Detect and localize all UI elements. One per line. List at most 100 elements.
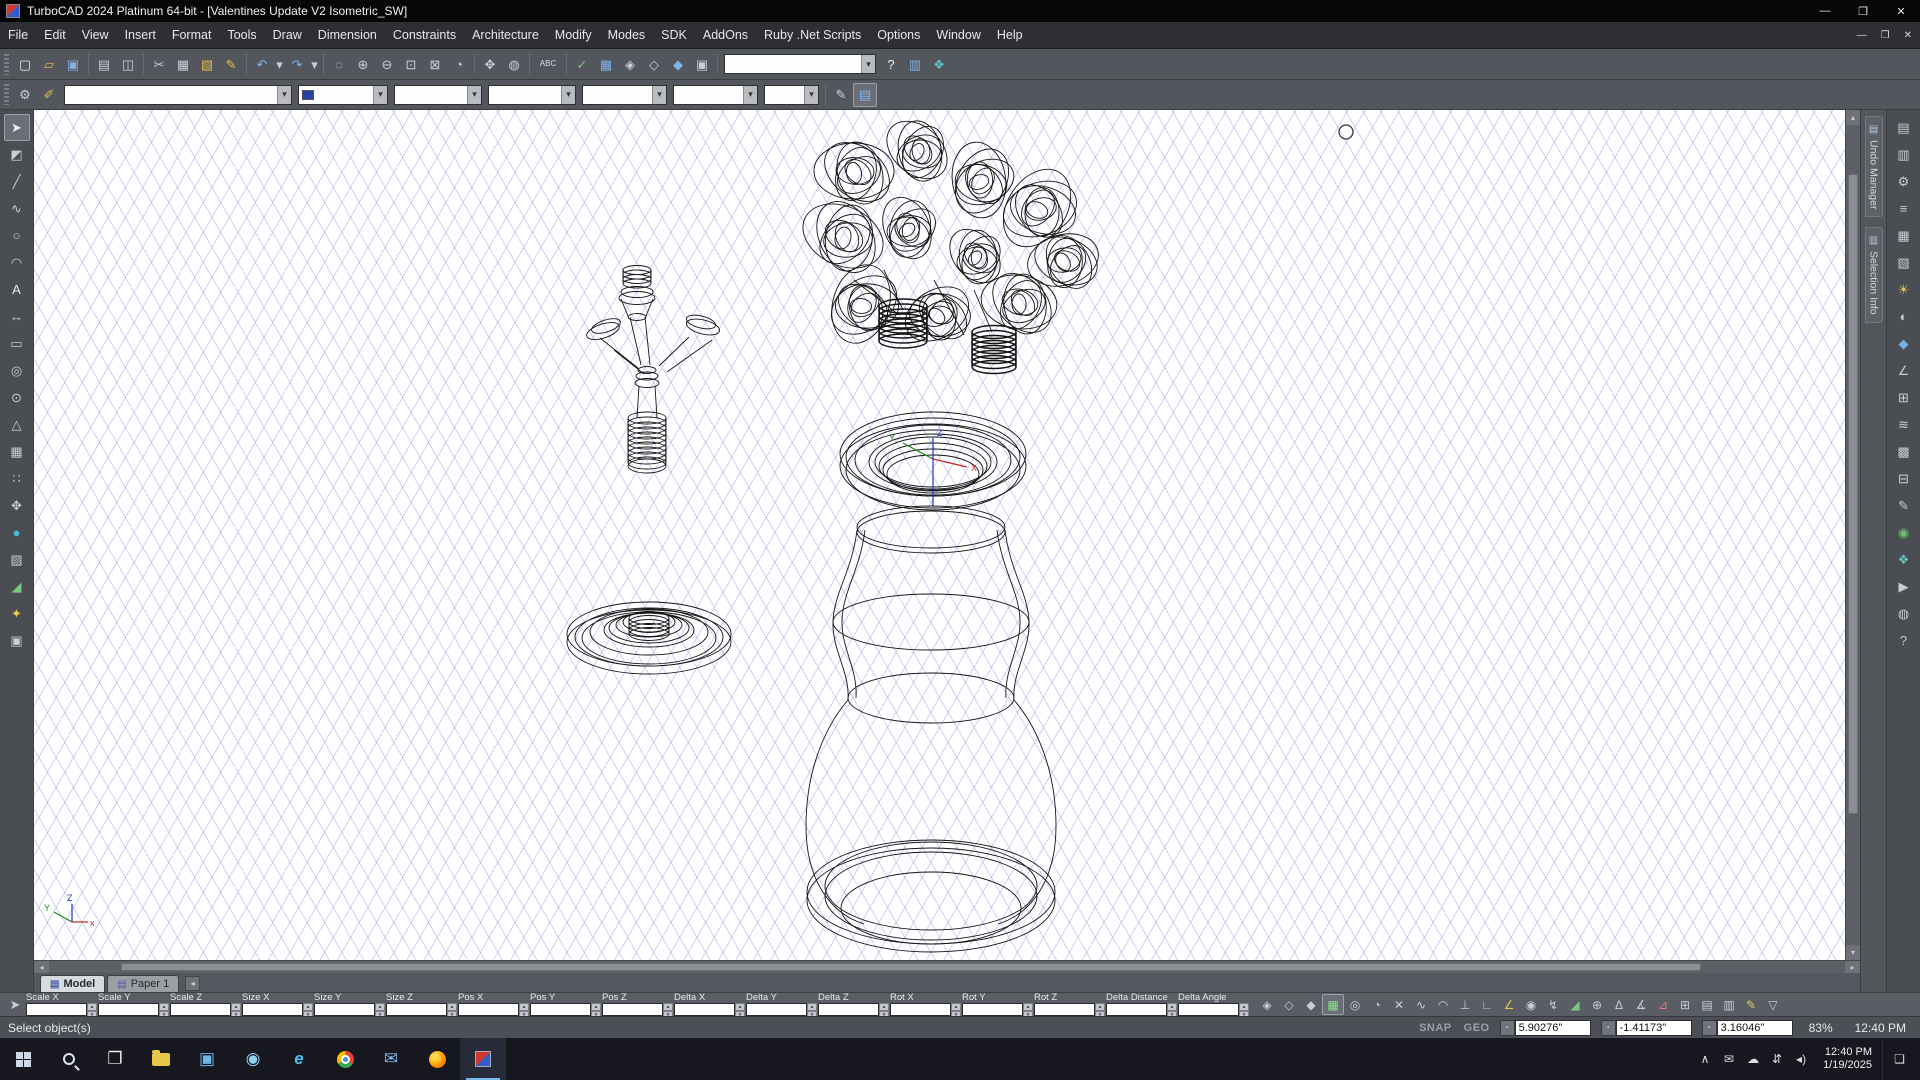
text-tool-icon[interactable]: A	[4, 276, 30, 303]
aerial-view-icon[interactable]: ◍	[502, 52, 526, 76]
render-mode-icon[interactable]: ◆	[666, 52, 690, 76]
menu-modes[interactable]: Modes	[600, 22, 654, 48]
field-spinner[interactable]: ▴▾	[807, 1003, 817, 1016]
horizontal-scroll-track[interactable]	[49, 961, 1845, 973]
selection-info-button-icon[interactable]: ▥	[1891, 141, 1917, 168]
maximize-button[interactable]: ❐	[1844, 0, 1882, 22]
field-spinner[interactable]: ▴▾	[1239, 1003, 1249, 1016]
field-spinner[interactable]: ▴▾	[1095, 1003, 1105, 1016]
vertical-scroll-track[interactable]	[1846, 125, 1860, 945]
field-spinner[interactable]: ▴▾	[375, 1003, 385, 1016]
field-input-pos-z[interactable]	[602, 1003, 663, 1016]
field-input-delta-x[interactable]	[674, 1003, 735, 1016]
pan-icon[interactable]: ✥	[478, 52, 502, 76]
task-view-icon[interactable]: ❐	[92, 1038, 138, 1080]
photos-app-icon[interactable]: ◉	[230, 1038, 276, 1080]
field-spinner[interactable]: ▴▾	[87, 1003, 97, 1016]
calculator-panel-icon[interactable]: ⊞	[1891, 384, 1917, 411]
spinner-up-icon[interactable]: ▴	[735, 1003, 745, 1011]
palette-tab-selection-info[interactable]: ▥Selection Info	[1865, 227, 1883, 323]
notes-panel-icon[interactable]: ✎	[1891, 492, 1917, 519]
geo-indicator[interactable]: GEO	[1464, 1022, 1490, 1034]
menu-addons[interactable]: AddOns	[695, 22, 756, 48]
spell-check-icon[interactable]: ABC	[533, 52, 563, 76]
taskbar-clock[interactable]: 12:40 PM 1/19/2025	[1815, 1046, 1880, 1072]
field-input-scale-y[interactable]	[98, 1003, 159, 1016]
sphere-tool-icon[interactable]: ◎	[4, 357, 30, 384]
field-input-delta-z[interactable]	[818, 1003, 879, 1016]
field-spinner[interactable]: ▴▾	[1023, 1003, 1033, 1016]
mesh-tool-icon[interactable]: ▦	[4, 438, 30, 465]
field-spinner[interactable]: ▴▾	[1167, 1003, 1177, 1016]
menu-insert[interactable]: Insert	[117, 22, 164, 48]
menu-modify[interactable]: Modify	[547, 22, 600, 48]
snap-intersection-icon[interactable]: ✕	[1388, 994, 1410, 1015]
arc-tool-icon[interactable]: ◠	[4, 249, 30, 276]
menu-architecture[interactable]: Architecture	[464, 22, 547, 48]
layers-panel-icon[interactable]: ≡	[1891, 195, 1917, 222]
angle-lock-icon[interactable]: ⊿	[1652, 994, 1674, 1015]
field-input-scale-z[interactable]	[170, 1003, 231, 1016]
sketch-mode-icon[interactable]: ✎	[1740, 994, 1762, 1015]
menu-format[interactable]: Format	[164, 22, 220, 48]
print-style-icon[interactable]: ▤	[853, 83, 877, 107]
scripts-panel-icon[interactable]: ≋	[1891, 411, 1917, 438]
minimize-button[interactable]: —	[1806, 0, 1844, 22]
field-spinner[interactable]: ▴▾	[735, 1003, 745, 1016]
search-icon[interactable]	[46, 1038, 92, 1080]
field-spinner[interactable]: ▴▾	[951, 1003, 961, 1016]
cone-tool-icon[interactable]: △	[4, 411, 30, 438]
spinner-up-icon[interactable]: ▴	[231, 1003, 241, 1011]
drawing-canvas[interactable]: XYZYZx	[34, 110, 1845, 960]
measure-panel-icon[interactable]: ∠	[1891, 357, 1917, 384]
render-scene-icon[interactable]: ❖	[927, 52, 951, 76]
start-icon[interactable]	[0, 1038, 46, 1080]
snap-indicator[interactable]: SNAP	[1419, 1022, 1452, 1034]
edit-select-tool-icon[interactable]: ◩	[4, 141, 30, 168]
snap-nearest-icon[interactable]: ∿	[1410, 994, 1432, 1015]
print-preview-icon[interactable]: ◫	[116, 52, 140, 76]
field-spinner[interactable]: ▴▾	[447, 1003, 457, 1016]
polyline-tool-icon[interactable]: ∿	[4, 195, 30, 222]
settings-app-icon[interactable]: ▣	[184, 1038, 230, 1080]
materials-panel-icon[interactable]: ◐	[1891, 303, 1917, 330]
field-input-rot-x[interactable]	[890, 1003, 951, 1016]
selector-3d-icon[interactable]: ◈	[618, 52, 642, 76]
menu-view[interactable]: View	[74, 22, 117, 48]
dropdown-arrow-icon[interactable]: ▾	[861, 55, 875, 73]
coord-relative-icon[interactable]: Δ	[1608, 994, 1630, 1015]
vertical-scroll-thumb[interactable]	[1848, 174, 1858, 814]
sheet-tab-paper-1[interactable]: ▤Paper 1	[107, 975, 179, 992]
spinner-up-icon[interactable]: ▴	[1167, 1003, 1177, 1011]
select-tool-icon[interactable]: ➤	[4, 114, 30, 141]
field-input-delta-angle[interactable]	[1178, 1003, 1239, 1016]
open-folder-icon[interactable]: ▱	[37, 52, 61, 76]
redo-icon[interactable]: ↷	[285, 52, 309, 76]
zoom-window-icon[interactable]: ⊡	[399, 52, 423, 76]
selector-mode-icon[interactable]: ◈	[1256, 994, 1278, 1015]
snap-grid-icon[interactable]: ▦	[1322, 994, 1344, 1015]
palette-tab-undo-manager[interactable]: ▤Undo Manager	[1865, 116, 1883, 217]
wireframe-mode-icon[interactable]: ◇	[642, 52, 666, 76]
menu-file[interactable]: File	[0, 22, 36, 48]
camera-view-icon[interactable]: ▣	[690, 52, 714, 76]
zoom-in-icon[interactable]: ⊕	[351, 52, 375, 76]
horizontal-scroll-thumb[interactable]	[121, 963, 1701, 971]
zoom-out-icon[interactable]: ⊖	[375, 52, 399, 76]
grid-toggle-icon[interactable]: ▦	[594, 52, 618, 76]
field-spinner[interactable]: ▴▾	[159, 1003, 169, 1016]
camera-tool-icon[interactable]: ▣	[4, 627, 30, 654]
spinner-up-icon[interactable]: ▴	[87, 1003, 97, 1011]
menu-options[interactable]: Options	[869, 22, 928, 48]
lineweight-combo[interactable]: ▾	[488, 85, 576, 105]
linestyle-combo[interactable]: ▾	[394, 85, 482, 105]
field-input-pos-y[interactable]	[530, 1003, 591, 1016]
snap-tangent-icon[interactable]: ◠	[1432, 994, 1454, 1015]
dropdown-arrow-icon[interactable]: ▾	[804, 86, 818, 104]
zoom-previous-icon[interactable]: ◔	[447, 52, 471, 76]
zoom-extents-icon[interactable]: ⊠	[423, 52, 447, 76]
field-spinner[interactable]: ▴▾	[591, 1003, 601, 1016]
redo-dropdown-icon[interactable]: ▾	[309, 52, 320, 76]
stamp-panel-icon[interactable]: ◉	[1891, 519, 1917, 546]
material-tool-icon[interactable]: ●	[4, 519, 30, 546]
